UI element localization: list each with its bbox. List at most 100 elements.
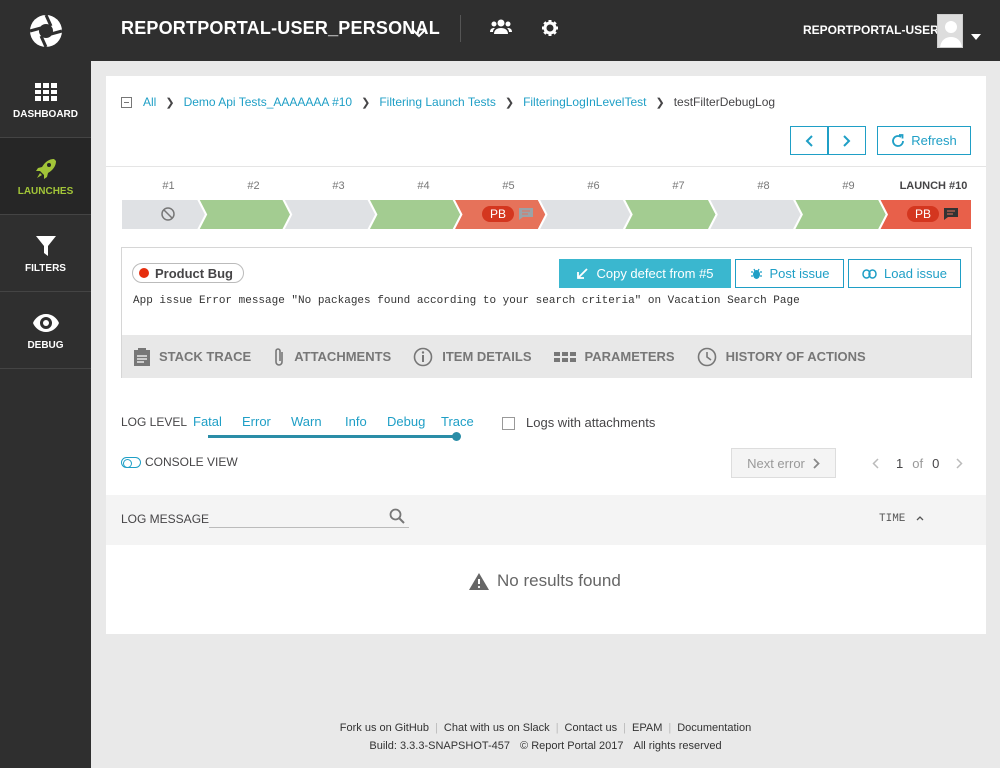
sidebar-item-debug[interactable]: DEBUG: [0, 292, 91, 369]
log-table-header: LOG MESSAGE TIME: [106, 495, 986, 545]
gear-icon[interactable]: [542, 20, 558, 41]
log-level-fatal[interactable]: Fatal: [193, 414, 222, 429]
breadcrumb-link[interactable]: FilteringLogInLevelTest: [523, 95, 646, 109]
divider: |: [668, 722, 672, 734]
chevron-down-icon[interactable]: [412, 25, 426, 43]
history-item-4[interactable]: [366, 198, 463, 231]
history-item-5-defect[interactable]: PB: [482, 206, 534, 222]
history-label: #3: [332, 180, 345, 192]
defect-type-label: Product Bug: [155, 265, 233, 281]
funnel-icon: [35, 232, 56, 260]
pagination: 1 of 0: [872, 456, 963, 471]
breadcrumb-link[interactable]: Demo Api Tests_AAAAAAA #10: [184, 95, 353, 109]
grid-icon: [34, 78, 57, 106]
breadcrumb-link[interactable]: All: [143, 95, 156, 109]
sidebar-item-launches[interactable]: LAUNCHES: [0, 138, 91, 215]
page-of: of: [912, 456, 924, 471]
logs-with-attachments-label[interactable]: Logs with attachments: [526, 415, 655, 430]
tab-label: ITEM DETAILS: [442, 349, 532, 364]
console-view-label[interactable]: CONSOLE VIEW: [145, 455, 238, 469]
history-item-9[interactable]: [792, 198, 889, 231]
item-tabs: STACK TRACE ATTACHMENTS ITEM DETAILS PAR…: [122, 335, 971, 378]
footer: Fork us on GitHub | Chat with us on Slack…: [91, 722, 1000, 752]
refresh-icon: [892, 133, 905, 147]
load-issue-button[interactable]: Load issue: [848, 259, 961, 288]
chevron-down-icon[interactable]: [971, 27, 981, 45]
comment-icon: [944, 208, 959, 220]
refresh-button[interactable]: Refresh: [877, 126, 971, 155]
log-level-trace[interactable]: Trace: [441, 414, 474, 429]
refresh-label: Refresh: [911, 133, 957, 148]
breadcrumb: All ❯ Demo Api Tests_AAAAAAA #10 ❯ Filte…: [121, 95, 775, 109]
warning-icon: [469, 572, 489, 590]
sidebar-item-dashboard[interactable]: DASHBOARD: [0, 61, 91, 138]
build-version: Build: 3.3.3-SNAPSHOT-457: [369, 740, 511, 752]
rights: All rights reserved: [633, 740, 722, 752]
history-item-6[interactable]: [536, 198, 633, 231]
empty-state-text: No results found: [497, 571, 621, 590]
log-level-error[interactable]: Error: [242, 414, 271, 429]
chevron-left-icon[interactable]: [872, 458, 879, 469]
pb-badge: PB: [482, 206, 515, 222]
tab-history-of-actions[interactable]: HISTORY OF ACTIONS: [697, 347, 866, 367]
history-line: [120, 198, 973, 231]
avatar[interactable]: [937, 14, 963, 48]
next-error-button[interactable]: Next error: [731, 448, 836, 478]
load-issue-label: Load issue: [884, 266, 947, 281]
footer-link-contact[interactable]: Contact us: [565, 722, 618, 734]
history-item-8[interactable]: [707, 198, 803, 231]
chevron-right-icon: [813, 457, 820, 469]
history-item-3[interactable]: [281, 198, 378, 231]
top-bar: REPORTPORTAL-USER_PERSONAL REPORTPORTAL-…: [91, 0, 1000, 61]
defect-type-badge[interactable]: Product Bug: [132, 263, 244, 283]
defect-description: App issue Error message "No packages fou…: [133, 295, 800, 307]
skipped-icon: [160, 206, 176, 227]
search-icon[interactable]: [389, 508, 405, 529]
members-icon[interactable]: [490, 19, 512, 40]
post-issue-label: Post issue: [769, 266, 830, 281]
history-label: #7: [672, 180, 685, 192]
previous-button[interactable]: [790, 126, 828, 155]
tab-parameters[interactable]: PARAMETERS: [553, 349, 675, 364]
sidebar-item-filters[interactable]: FILTERS: [0, 215, 91, 292]
log-level-slider-handle[interactable]: [452, 432, 461, 441]
clock-icon: [697, 347, 716, 366]
history-item-10-defect[interactable]: PB: [907, 206, 959, 222]
rocket-icon: [34, 155, 58, 183]
copy-defect-button[interactable]: Copy defect from #5: [559, 259, 731, 288]
breadcrumb-current: testFilterDebugLog: [673, 95, 776, 109]
chevron-right-icon: ❯: [655, 96, 665, 109]
clipboard-icon: [134, 347, 150, 366]
log-message-search-input[interactable]: [209, 507, 409, 528]
info-icon: [413, 347, 433, 366]
history-label: #6: [587, 180, 600, 192]
reportportal-logo[interactable]: [0, 0, 91, 61]
console-view-toggle[interactable]: [121, 457, 141, 468]
project-selector[interactable]: REPORTPORTAL-USER_PERSONAL: [121, 18, 440, 39]
tab-item-details[interactable]: ITEM DETAILS: [413, 347, 532, 367]
next-button[interactable]: [828, 126, 866, 155]
footer-link-documentation[interactable]: Documentation: [677, 722, 751, 734]
log-level-info[interactable]: Info: [345, 414, 367, 429]
footer-link-epam[interactable]: EPAM: [632, 722, 662, 734]
log-level-debug[interactable]: Debug: [387, 414, 425, 429]
logs-with-attachments-checkbox[interactable]: [502, 417, 515, 430]
footer-link-slack[interactable]: Chat with us on Slack: [444, 722, 550, 734]
collapse-icon[interactable]: [121, 96, 132, 108]
footer-link-github[interactable]: Fork us on GitHub: [340, 722, 429, 734]
history-item-7[interactable]: [621, 198, 718, 231]
log-level-slider-track[interactable]: [208, 435, 458, 438]
comment-icon: [519, 208, 534, 220]
log-level-warn[interactable]: Warn: [291, 414, 322, 429]
table-grid-icon: [553, 351, 576, 362]
tab-stack-trace[interactable]: STACK TRACE: [134, 347, 251, 366]
tab-attachments[interactable]: ATTACHMENTS: [273, 347, 391, 367]
breadcrumb-link[interactable]: Filtering Launch Tests: [379, 95, 496, 109]
history-label: #1: [162, 180, 175, 192]
post-issue-button[interactable]: Post issue: [735, 259, 844, 288]
time-sort-header[interactable]: TIME: [879, 513, 924, 525]
chevron-right-icon[interactable]: [956, 458, 963, 469]
history-item-2[interactable]: [196, 198, 293, 231]
tab-label: ATTACHMENTS: [294, 349, 392, 364]
username-label[interactable]: REPORTPORTAL-USER: [803, 23, 939, 37]
